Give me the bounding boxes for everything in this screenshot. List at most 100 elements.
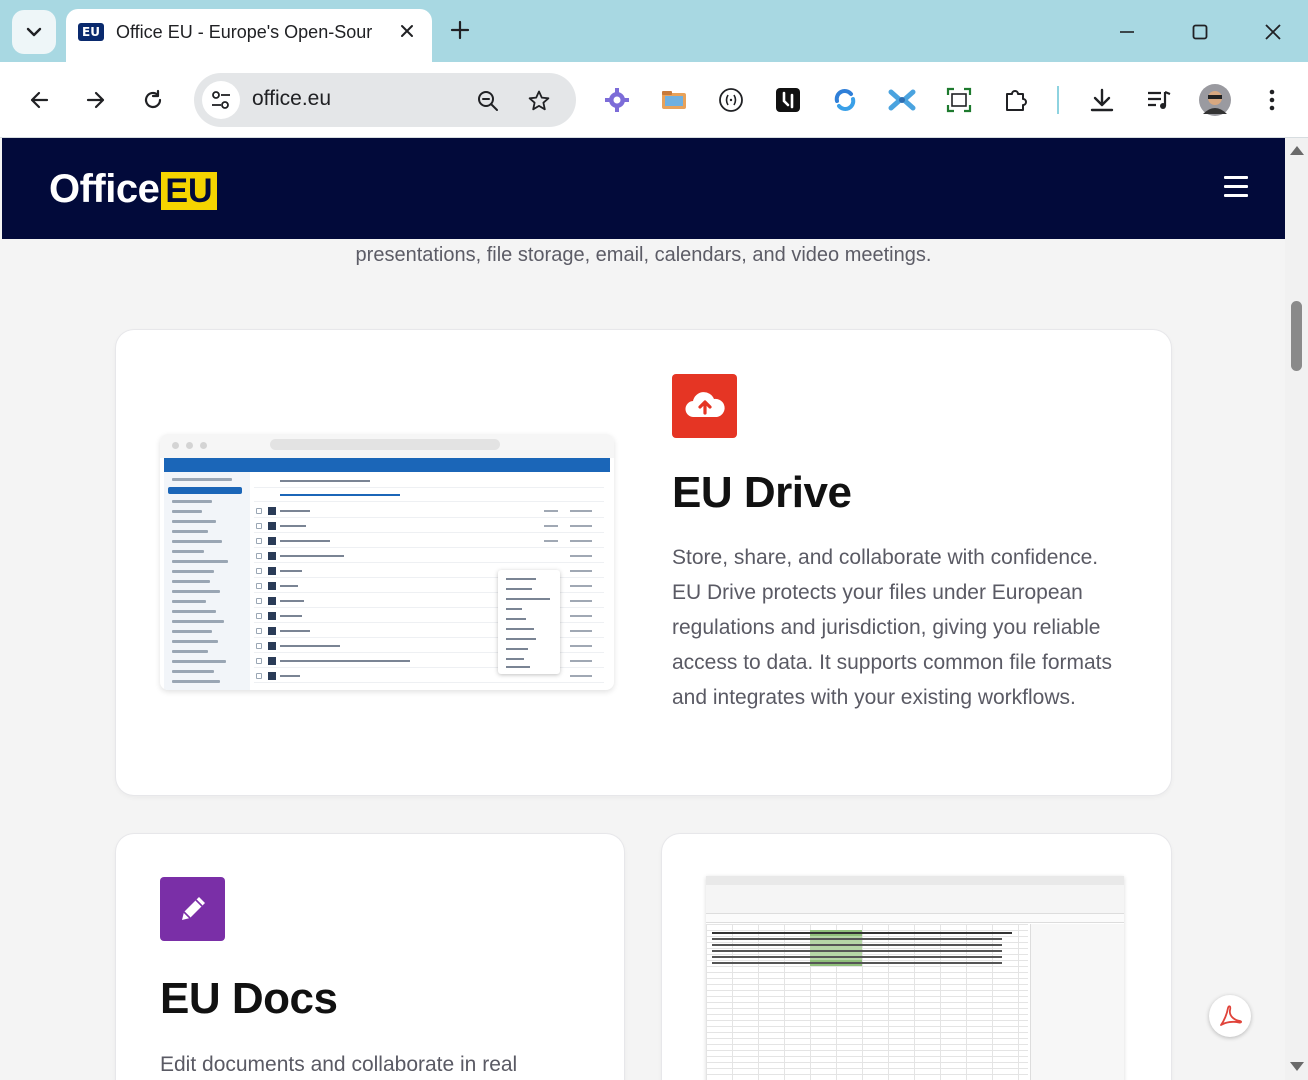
minimize-button[interactable] bbox=[1107, 16, 1147, 48]
mock-browser-bar bbox=[160, 434, 614, 458]
extensions-menu-button[interactable] bbox=[1000, 84, 1032, 116]
mock-line bbox=[570, 570, 592, 572]
mock-line bbox=[280, 585, 298, 587]
mock-line bbox=[280, 555, 344, 557]
mock-line bbox=[280, 510, 310, 512]
mock-line bbox=[712, 962, 1002, 964]
mock-dot bbox=[200, 442, 207, 449]
hamburger-icon-line bbox=[1224, 194, 1248, 197]
mock-line bbox=[570, 660, 592, 662]
mock-line bbox=[712, 938, 1002, 940]
mock-line bbox=[544, 525, 558, 527]
downloads-button[interactable] bbox=[1086, 84, 1118, 116]
extension-puzzle-blue[interactable] bbox=[886, 84, 918, 116]
zoom-button[interactable] bbox=[474, 87, 502, 115]
mock-thumb bbox=[268, 642, 276, 650]
maximize-button[interactable] bbox=[1180, 16, 1220, 48]
mock-context-menu bbox=[498, 570, 560, 674]
media-control-icon bbox=[1148, 90, 1171, 109]
mock-line bbox=[570, 600, 592, 602]
mock-line bbox=[280, 645, 340, 647]
eu-docs-icon-tile bbox=[160, 877, 225, 941]
mock-line bbox=[712, 944, 1002, 946]
scrollbar-thumb[interactable] bbox=[1291, 301, 1302, 371]
media-control-button[interactable] bbox=[1143, 84, 1175, 116]
pdf-floating-button[interactable] bbox=[1209, 995, 1251, 1037]
extension-sync[interactable] bbox=[829, 84, 861, 116]
mock-line bbox=[712, 932, 1012, 934]
mock-check bbox=[256, 568, 262, 574]
mock-line bbox=[506, 588, 532, 590]
mock-check bbox=[256, 553, 262, 559]
mock-line bbox=[172, 640, 218, 643]
page-scrollbar[interactable] bbox=[1285, 138, 1308, 1080]
address-bar[interactable]: office.eu bbox=[194, 73, 576, 127]
eu-docs-description: Edit documents and collaborate in real bbox=[160, 1053, 518, 1076]
hamburger-icon bbox=[1224, 176, 1248, 179]
mock-check bbox=[256, 538, 262, 544]
profile-button[interactable] bbox=[1199, 84, 1231, 116]
eu-drive-screenshot bbox=[160, 434, 614, 690]
browser-menu-button[interactable] bbox=[1256, 84, 1288, 116]
new-tab-button[interactable] bbox=[450, 15, 470, 47]
extension-tool[interactable] bbox=[772, 84, 804, 116]
mock-line bbox=[172, 630, 212, 633]
folder-extension-icon bbox=[662, 91, 686, 109]
mock-app-bar bbox=[164, 458, 610, 472]
site-info-button[interactable] bbox=[202, 81, 240, 119]
reload-button[interactable] bbox=[135, 82, 171, 118]
mock-line bbox=[280, 615, 302, 617]
mock-dot bbox=[172, 442, 179, 449]
eu-docs-card: EU Docs Edit documents and collaborate i… bbox=[116, 834, 624, 1080]
extension-folder[interactable] bbox=[658, 84, 690, 116]
arrow-right-icon bbox=[86, 91, 105, 109]
close-window-button[interactable] bbox=[1253, 16, 1293, 48]
mock-line bbox=[172, 550, 204, 553]
cloud-upload-icon bbox=[684, 392, 725, 418]
mock-thumb bbox=[268, 672, 276, 680]
extensions-icon bbox=[1006, 90, 1027, 111]
back-button[interactable] bbox=[21, 82, 57, 118]
mock-check bbox=[256, 643, 262, 649]
page-viewport: Office EU presentations, file storage, e… bbox=[2, 138, 1285, 1080]
mock-thumb bbox=[268, 612, 276, 620]
puzzle-blue-extension-icon bbox=[888, 89, 916, 111]
mock-line bbox=[712, 950, 1002, 952]
spreadsheet-screenshot bbox=[706, 876, 1124, 1080]
mock-row bbox=[254, 549, 604, 563]
mock-line bbox=[506, 578, 536, 580]
site-logo[interactable]: Office EU bbox=[49, 164, 217, 214]
more-vert-icon bbox=[1269, 89, 1275, 111]
mock-side-panel bbox=[1030, 924, 1124, 1080]
mock-line bbox=[172, 570, 214, 573]
hamburger-menu-button[interactable] bbox=[1224, 176, 1248, 198]
extension-code[interactable] bbox=[715, 84, 747, 116]
mock-thumb bbox=[268, 507, 276, 515]
eu-drive-card: EU Drive Store, share, and collaborate w… bbox=[116, 330, 1171, 795]
mock-line bbox=[172, 540, 222, 543]
mock-check bbox=[256, 613, 262, 619]
reload-icon bbox=[144, 89, 162, 109]
url-text[interactable]: office.eu bbox=[252, 87, 331, 111]
minimize-icon bbox=[1120, 31, 1134, 33]
star-icon bbox=[528, 90, 550, 111]
bookmark-button[interactable] bbox=[525, 87, 553, 115]
mock-line bbox=[172, 670, 214, 673]
mock-line bbox=[172, 650, 208, 653]
code-extension-icon bbox=[719, 88, 743, 112]
extension-screenshot[interactable] bbox=[943, 84, 975, 116]
close-tab-button[interactable] bbox=[396, 21, 418, 43]
scroll-up-arrow[interactable] bbox=[1290, 146, 1304, 155]
mock-address bbox=[270, 439, 500, 450]
extension-gear[interactable] bbox=[601, 84, 633, 116]
mock-line bbox=[506, 638, 536, 640]
tune-icon bbox=[212, 91, 230, 109]
active-tab[interactable]: EU Office EU - Europe's Open-Sour bbox=[66, 9, 432, 62]
eu-drive-icon-tile bbox=[672, 374, 737, 438]
mock-line bbox=[280, 630, 310, 632]
scroll-down-arrow[interactable] bbox=[1290, 1062, 1304, 1071]
tab-search-button[interactable] bbox=[12, 10, 56, 54]
mock-row bbox=[254, 488, 604, 502]
forward-button[interactable] bbox=[78, 82, 114, 118]
mock-line bbox=[280, 494, 400, 496]
